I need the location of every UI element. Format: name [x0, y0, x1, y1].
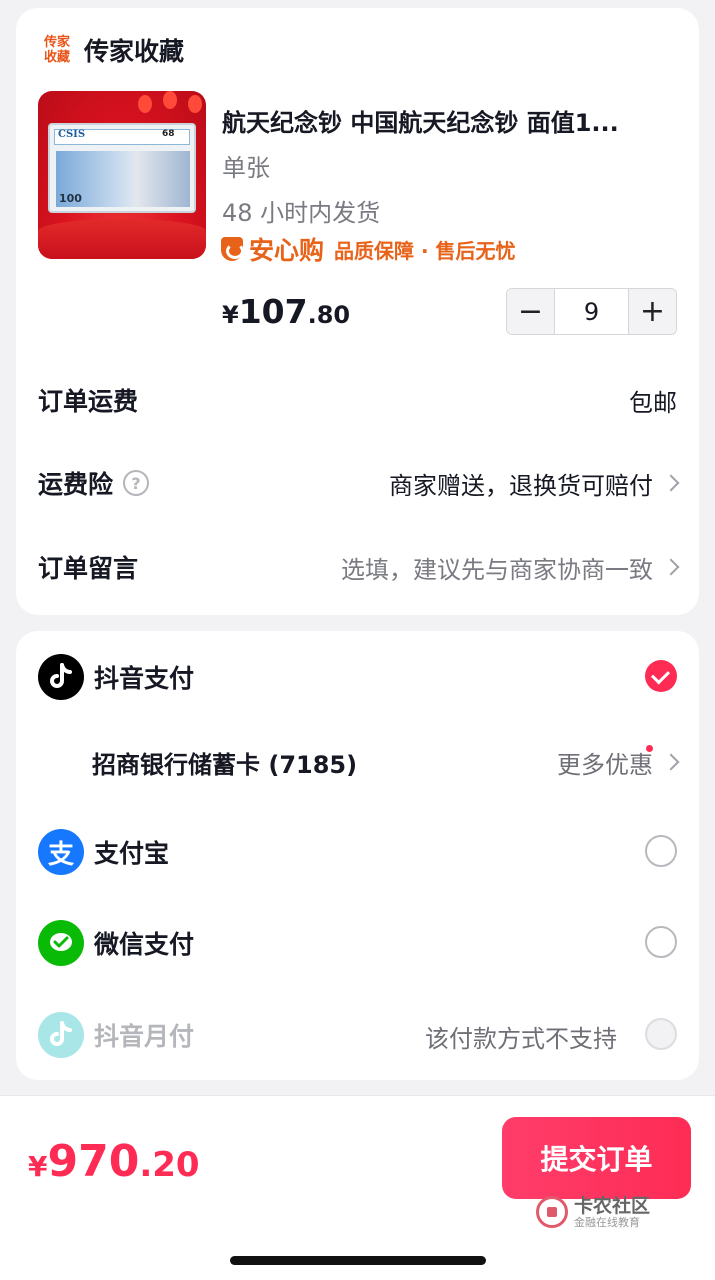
douyin-icon: [38, 654, 84, 700]
watermark: 卡农社区 金融在线教育: [536, 1193, 696, 1231]
radio-unchecked[interactable]: [645, 835, 677, 867]
wechat-glyph: [50, 933, 72, 951]
douyin-icon: [38, 1012, 84, 1058]
freight-row: 订单运费 包邮: [38, 380, 677, 420]
douyin-glyph: [50, 663, 72, 688]
slab-grade: 68: [162, 129, 175, 139]
order-note-label: 订单留言: [38, 554, 139, 583]
insurance-value: 商家赠送，退换货可赔付: [389, 471, 653, 500]
shield-icon: [221, 237, 244, 261]
radio-checked[interactable]: [645, 660, 677, 692]
bank-card-label: 招商银行储蓄卡 (7185): [92, 750, 358, 779]
order-card: 传家收藏 传家收藏 CSIS 68 100 航天纪念钞 中国航天纪念钞 面值1.…: [16, 8, 699, 615]
insurance-label-group: 运费险 ?: [38, 465, 150, 501]
freight-label: 订单运费: [38, 387, 139, 416]
home-indicator[interactable]: [230, 1256, 486, 1265]
alipay-glyph: 支: [47, 839, 74, 870]
product-title[interactable]: 航天纪念钞 中国航天纪念钞 面值1...: [222, 103, 682, 138]
chevron-right-icon: [662, 474, 680, 492]
insurance-label: 运费险: [38, 470, 114, 499]
currency-symbol: ¥: [222, 301, 239, 329]
checkout-bar: ¥970.20 提交订单 卡农社区 金融在线教育: [0, 1095, 715, 1280]
order-note-placeholder: 选填，建议先与商家协商一致: [341, 555, 653, 584]
pay-option-label: 微信支付: [94, 930, 195, 959]
more-offers-link[interactable]: 更多优惠: [557, 744, 680, 780]
pay-option-wechat[interactable]: 微信支付: [38, 920, 677, 966]
watermark-text: 卡农社区 金融在线教育: [574, 1196, 650, 1229]
product-image[interactable]: CSIS 68 100: [38, 91, 206, 259]
order-note-field[interactable]: 选填，建议先与商家协商一致: [341, 550, 680, 585]
radio-disabled: [645, 1018, 677, 1050]
store-name[interactable]: 传家收藏: [84, 32, 184, 68]
freight-value: 包邮: [629, 388, 677, 417]
pay-option-alipay[interactable]: 支 支付宝: [38, 829, 677, 875]
total-decimal: .20: [139, 1145, 200, 1185]
decrement-button[interactable]: −: [507, 289, 554, 334]
pay-option-monthly: 抖音月付 该付款方式不支持: [38, 1012, 677, 1058]
display-stage: [38, 219, 206, 259]
lantern-decoration: [188, 95, 202, 113]
chevron-right-icon: [662, 753, 680, 771]
quantity-input[interactable]: 9: [554, 289, 629, 334]
unit-price: ¥107.80: [222, 292, 350, 331]
banknote: 100: [56, 151, 190, 207]
watermark-sub: 金融在线教育: [574, 1215, 640, 1229]
notification-dot: [646, 744, 653, 752]
alipay-icon: 支: [38, 829, 84, 875]
douyin-glyph: [50, 1021, 72, 1046]
submit-order-button[interactable]: 提交订单: [502, 1117, 691, 1199]
graded-slab: CSIS 68 100: [48, 123, 196, 213]
slab-brand: CSIS: [58, 129, 86, 140]
assurance-brand: 安心购: [249, 236, 325, 265]
wechat-pay-icon: [38, 920, 84, 966]
chevron-right-icon: [662, 558, 680, 576]
lantern-decoration: [138, 95, 152, 113]
insurance-row[interactable]: 运费险 ? 商家赠送，退换货可赔付: [38, 463, 680, 503]
currency-symbol: ¥: [28, 1150, 48, 1183]
pay-option-label: 抖音支付: [94, 664, 195, 693]
assurance-badge[interactable]: 安心购 品质保障 · 售后无忧: [221, 234, 516, 265]
total-integer: 970: [47, 1136, 140, 1187]
pay-option-douyin[interactable]: 抖音支付: [38, 654, 677, 700]
payment-card: 抖音支付 招商银行储蓄卡 (7185) 更多优惠 支 支付宝 微信支付 抖音月付…: [16, 631, 699, 1080]
lantern-decoration: [163, 91, 177, 109]
total-price: ¥970.20: [28, 1136, 200, 1187]
assurance-text: 品质保障 · 售后无忧: [334, 238, 516, 263]
quantity-stepper: − 9 +: [506, 288, 677, 335]
more-offers-label: 更多优惠: [557, 750, 653, 779]
help-icon[interactable]: ?: [123, 470, 150, 496]
insurance-value-group: 商家赠送，退换货可赔付: [389, 466, 680, 501]
watermark-main: 卡农社区: [574, 1194, 651, 1217]
pay-option-label: 抖音月付: [94, 1022, 195, 1051]
watermark-logo-icon: [536, 1196, 568, 1228]
shipping-time: 48 小时内发货: [222, 199, 381, 227]
bank-card-row[interactable]: 招商银行储蓄卡 (7185) 更多优惠: [92, 742, 680, 782]
price-integer: 107: [238, 292, 308, 331]
product-spec[interactable]: 单张: [222, 148, 270, 183]
order-note-row[interactable]: 订单留言 选填，建议先与商家协商一致: [38, 547, 680, 587]
unsupported-text: 该付款方式不支持: [425, 1025, 617, 1053]
pay-option-label: 支付宝: [94, 839, 170, 868]
price-decimal: .80: [307, 301, 351, 329]
store-logo: 传家收藏: [43, 35, 70, 65]
increment-button[interactable]: +: [629, 289, 676, 334]
banknote-value: 100: [59, 192, 82, 205]
radio-unchecked[interactable]: [645, 926, 677, 958]
